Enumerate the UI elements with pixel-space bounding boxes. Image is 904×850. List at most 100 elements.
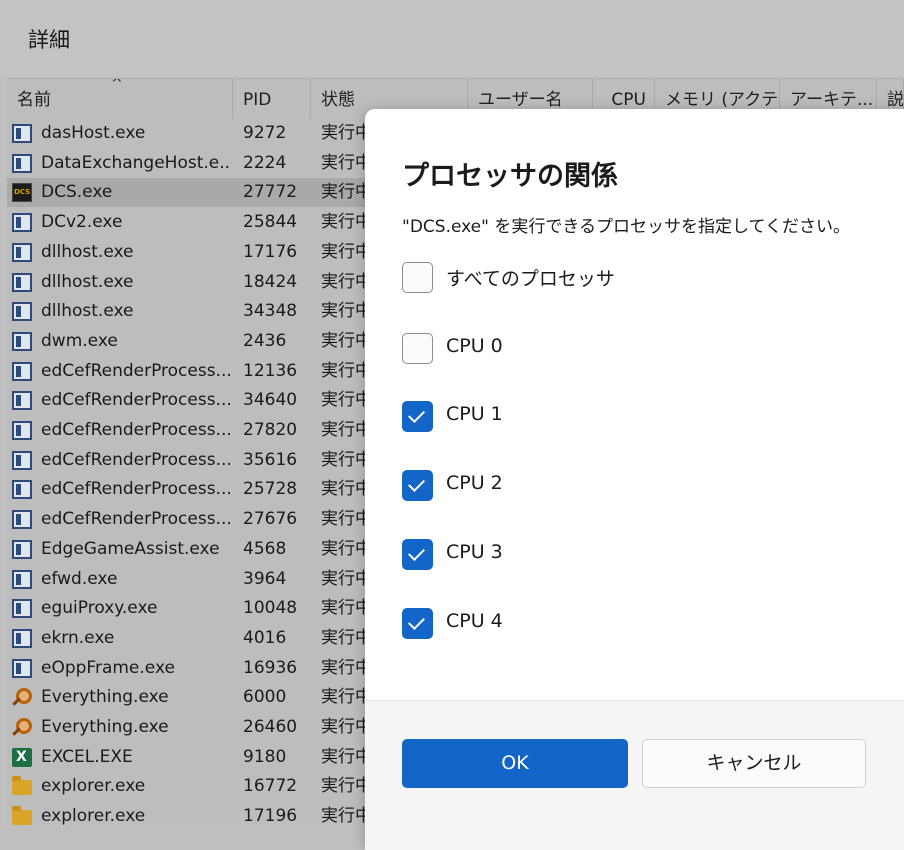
checkbox-checked[interactable]: [402, 470, 433, 501]
column-header-name[interactable]: 名前 ^: [7, 79, 233, 119]
process-name: explorer.exe: [41, 776, 146, 796]
window-icon: [12, 629, 32, 648]
process-status: 実行中: [321, 509, 371, 529]
process-name: edCefRenderProcess....: [41, 361, 231, 381]
dialog-description: "DCS.exe" を実行できるプロセッサを指定してください。: [402, 217, 850, 237]
process-name: DataExchangeHost.e...: [41, 153, 231, 173]
process-status: 実行中: [321, 153, 371, 173]
process-status: 実行中: [321, 717, 371, 737]
process-name: explorer.exe: [41, 806, 146, 826]
checkbox-checked[interactable]: [402, 608, 433, 639]
sort-ascending-icon: ^: [111, 79, 123, 92]
process-pid: 35616: [243, 450, 298, 470]
window-icon: [12, 599, 32, 618]
process-pid: 27772: [243, 182, 298, 202]
process-pid: 4016: [243, 628, 287, 648]
search-icon: [12, 718, 32, 737]
process-status: 実行中: [321, 598, 371, 618]
process-pid: 17176: [243, 242, 298, 262]
process-pid: 34348: [243, 301, 298, 321]
process-status: 実行中: [321, 361, 371, 381]
process-name: dwm.exe: [41, 331, 118, 351]
process-name: ekrn.exe: [41, 628, 115, 648]
process-status: 実行中: [321, 806, 371, 826]
process-name: edCefRenderProcess....: [41, 479, 231, 499]
process-pid: 18424: [243, 272, 298, 292]
window-icon: [12, 391, 32, 410]
process-name: dasHost.exe: [41, 123, 146, 143]
option-label: CPU 3: [446, 541, 503, 563]
process-status: 実行中: [321, 301, 371, 321]
window-icon: [12, 510, 32, 529]
process-name: Everything.exe: [41, 717, 169, 737]
process-pid: 3964: [243, 569, 287, 589]
process-name: edCefRenderProcess....: [41, 420, 231, 440]
option-label: CPU 2: [446, 472, 503, 494]
window-icon: [12, 243, 32, 262]
window-icon: [12, 154, 32, 173]
window-icon: [12, 332, 32, 351]
checkbox-checked[interactable]: [402, 539, 433, 570]
process-pid: 16936: [243, 658, 298, 678]
process-name: dllhost.exe: [41, 242, 134, 262]
dialog-title: プロセッサの関係: [402, 161, 618, 192]
process-name: EdgeGameAssist.exe: [41, 539, 220, 559]
process-status: 実行中: [321, 182, 371, 202]
window-icon: [12, 302, 32, 321]
option-label: CPU 0: [446, 335, 503, 357]
cpu-option[interactable]: CPU 3: [402, 539, 882, 571]
process-pid: 25844: [243, 212, 298, 232]
cpu-option[interactable]: CPU 2: [402, 470, 882, 502]
process-pid: 25728: [243, 479, 298, 499]
process-name: dllhost.exe: [41, 272, 134, 292]
page-title: 詳細: [28, 28, 70, 52]
process-pid: 2224: [243, 153, 287, 173]
process-status: 実行中: [321, 390, 371, 410]
search-icon: [12, 688, 32, 707]
process-pid: 26460: [243, 717, 298, 737]
process-name: efwd.exe: [41, 569, 118, 589]
cancel-button[interactable]: キャンセル: [642, 739, 866, 788]
process-pid: 9272: [243, 123, 287, 143]
cpu-option[interactable]: CPU 0: [402, 333, 882, 365]
option-label: CPU 4: [446, 610, 503, 632]
window-icon: [12, 273, 32, 292]
process-name: DCS.exe: [41, 182, 113, 202]
option-label: CPU 1: [446, 403, 503, 425]
process-pid: 27820: [243, 420, 298, 440]
process-status: 実行中: [321, 420, 371, 440]
process-name: dllhost.exe: [41, 301, 134, 321]
cpu-option[interactable]: CPU 4: [402, 608, 882, 640]
process-status: 実行中: [321, 687, 371, 707]
process-status: 実行中: [321, 539, 371, 559]
process-status: 実行中: [321, 242, 371, 262]
process-pid: 6000: [243, 687, 287, 707]
window-icon: [12, 480, 32, 499]
process-name: edCefRenderProcess....: [41, 450, 231, 470]
process-name: eOppFrame.exe: [41, 658, 175, 678]
process-status: 実行中: [321, 628, 371, 648]
dialog-footer: OK キャンセル: [365, 700, 904, 850]
checkbox-unchecked[interactable]: [402, 333, 433, 364]
window-icon: [12, 570, 32, 589]
checkbox-checked[interactable]: [402, 401, 433, 432]
process-pid: 16772: [243, 776, 298, 796]
checkbox-unchecked[interactable]: [402, 262, 433, 293]
process-status: 実行中: [321, 658, 371, 678]
dcs-icon: [12, 183, 32, 202]
window-icon: [12, 421, 32, 440]
process-status: 実行中: [321, 123, 371, 143]
process-status: 実行中: [321, 212, 371, 232]
window-icon: [12, 213, 32, 232]
option-label: すべてのプロセッサ: [446, 268, 615, 290]
column-header-pid[interactable]: PID: [233, 79, 311, 119]
process-status: 実行中: [321, 776, 371, 796]
all-processors-option[interactable]: すべてのプロセッサ: [402, 262, 882, 294]
window-icon: [12, 451, 32, 470]
process-status: 実行中: [321, 331, 371, 351]
ok-button[interactable]: OK: [402, 739, 628, 788]
process-status: 実行中: [321, 479, 371, 499]
cpu-option[interactable]: CPU 1: [402, 401, 882, 433]
process-status: 実行中: [321, 569, 371, 589]
process-pid: 4568: [243, 539, 287, 559]
